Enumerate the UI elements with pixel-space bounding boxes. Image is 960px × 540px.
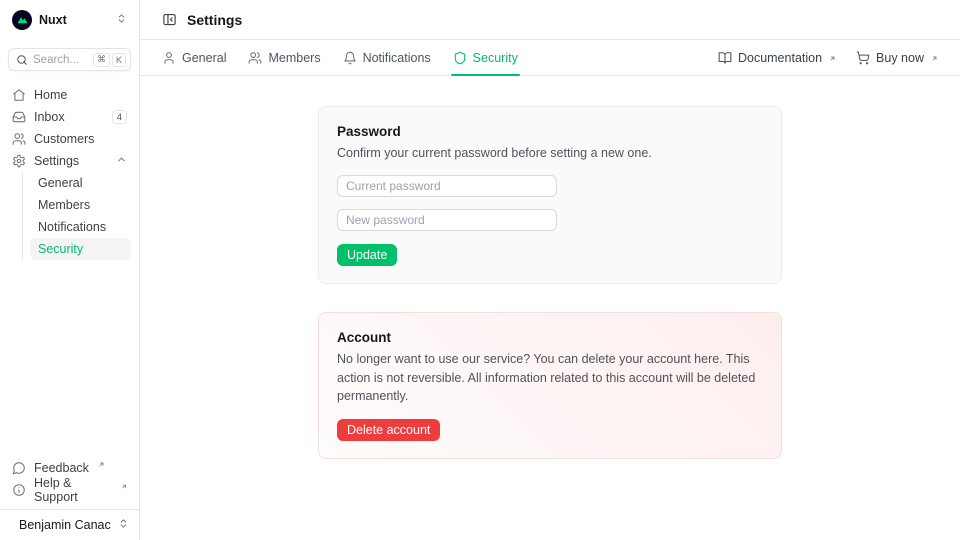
chevron-up-icon [116, 154, 127, 168]
users-icon [248, 51, 262, 65]
sidebar-item-settings[interactable]: Settings [8, 150, 131, 172]
kbd-meta: ⌘ [93, 53, 110, 67]
kbd-k: K [112, 53, 126, 67]
user-menu[interactable]: Benjamin Canac [0, 509, 139, 540]
sidebar: Nuxt Search... ⌘ K Home Inbox 4 [0, 0, 140, 540]
bell-icon [343, 51, 357, 65]
info-circle-icon [12, 483, 26, 497]
toolbar-right: Documentation Buy now [718, 40, 938, 75]
inbox-icon [12, 110, 26, 124]
user-icon [162, 51, 176, 65]
tab-notifications[interactable]: Notifications [343, 40, 431, 75]
cart-icon [856, 51, 870, 65]
search-icon [16, 54, 28, 66]
delete-account-button[interactable]: Delete account [337, 419, 440, 441]
book-open-icon [718, 51, 732, 65]
sidebar-footer: Feedback Help & Support [8, 457, 131, 509]
team-selector[interactable]: Nuxt [8, 8, 131, 32]
page-header: Settings [140, 0, 960, 40]
subnav-label: Security [38, 242, 83, 256]
external-link-icon [98, 461, 105, 468]
search-shortcut: ⌘ K [93, 53, 126, 67]
password-card: Password Confirm your current password b… [318, 106, 782, 284]
search-input[interactable]: Search... ⌘ K [8, 48, 131, 71]
chat-bubble-icon [12, 461, 26, 475]
subnav-label: General [38, 176, 82, 190]
footer-item-label: Help & Support [34, 476, 112, 504]
page-title: Settings [187, 12, 242, 28]
external-link-icon [931, 55, 938, 62]
panel-collapse-icon[interactable] [162, 12, 177, 27]
tab-label: Notifications [363, 51, 431, 65]
sidebar-nav: Home Inbox 4 Customers Settings General [8, 84, 131, 260]
search-placeholder: Search... [33, 54, 79, 66]
tool-link-label: Documentation [738, 51, 822, 65]
sidebar-item-label: Inbox [34, 110, 65, 124]
tab-security[interactable]: Security [453, 40, 518, 75]
users-icon [12, 132, 26, 146]
settings-toolbar: General Members Notifications Security [140, 40, 960, 76]
sidebar-item-members[interactable]: Members [30, 194, 131, 216]
sidebar-item-customers[interactable]: Customers [8, 128, 131, 150]
sidebar-item-security[interactable]: Security [30, 238, 131, 260]
sidebar-item-general[interactable]: General [30, 172, 131, 194]
footer-item-label: Feedback [34, 461, 89, 475]
help-support-link[interactable]: Help & Support [8, 479, 131, 501]
gear-icon [12, 154, 26, 168]
tab-label: Security [473, 51, 518, 65]
buy-now-link[interactable]: Buy now [856, 51, 938, 65]
inbox-count-badge: 4 [112, 110, 127, 124]
tab-general[interactable]: General [162, 40, 226, 75]
shield-icon [453, 51, 467, 65]
sidebar-item-label: Settings [34, 154, 79, 168]
subnav-label: Members [38, 198, 90, 212]
update-password-button[interactable]: Update [337, 244, 397, 266]
account-card-description: No longer want to use our service? You c… [337, 350, 763, 406]
chevrons-up-down-icon [118, 516, 129, 534]
sidebar-item-inbox[interactable]: Inbox 4 [8, 106, 131, 128]
current-password-field[interactable] [337, 175, 557, 197]
account-card: Account No longer want to use our servic… [318, 312, 782, 459]
app-window: Nuxt Search... ⌘ K Home Inbox 4 [0, 0, 960, 540]
tab-label: Members [268, 51, 320, 65]
external-link-icon [829, 55, 836, 62]
nuxt-logo-icon [12, 10, 32, 30]
account-card-title: Account [337, 330, 763, 345]
subnav-label: Notifications [38, 220, 106, 234]
tab-members[interactable]: Members [248, 40, 320, 75]
password-card-description: Confirm your current password before set… [337, 144, 763, 163]
settings-tabs: General Members Notifications Security [162, 40, 518, 75]
user-name: Benjamin Canac [19, 518, 111, 532]
settings-subnav: General Members Notifications Security [22, 172, 131, 260]
main-area: Settings General Members Notifications [140, 0, 960, 540]
home-icon [12, 88, 26, 102]
sidebar-item-notifications[interactable]: Notifications [30, 216, 131, 238]
documentation-link[interactable]: Documentation [718, 51, 836, 65]
sidebar-item-home[interactable]: Home [8, 84, 131, 106]
external-link-icon [121, 483, 127, 490]
chevrons-up-down-icon [116, 11, 127, 29]
sidebar-item-label: Home [34, 88, 67, 102]
sidebar-item-label: Customers [34, 132, 94, 146]
settings-security-content: Password Confirm your current password b… [140, 76, 960, 540]
tab-label: General [182, 51, 226, 65]
team-selector-row: Nuxt [8, 0, 131, 40]
new-password-field[interactable] [337, 209, 557, 231]
tool-link-label: Buy now [876, 51, 924, 65]
sidebar-spacer [8, 260, 131, 457]
password-card-title: Password [337, 124, 763, 139]
team-name: Nuxt [39, 13, 67, 27]
